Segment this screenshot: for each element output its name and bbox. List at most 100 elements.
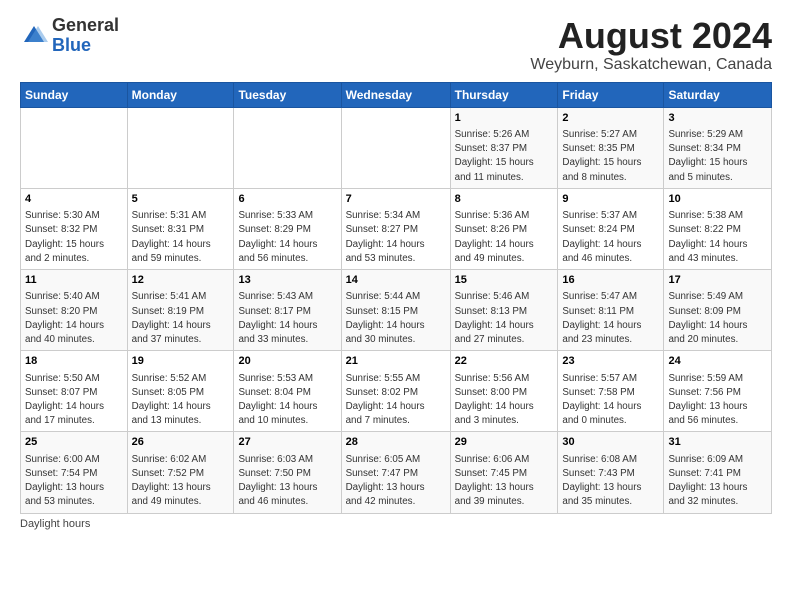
day-number: 2 (562, 111, 659, 126)
day-info: Sunrise: 5:33 AM Sunset: 8:29 PM Dayligh… (238, 209, 336, 266)
calendar-cell: 3 Sunrise: 5:29 AM Sunset: 8:34 PM Daylig… (664, 107, 772, 188)
day-number: 4 (25, 192, 123, 207)
logo-blue: Blue (52, 36, 119, 56)
day-number: 3 (668, 111, 767, 126)
calendar-body: 1Sunrise: 5:26 AM Sunset: 8:37 PM Daylig… (21, 107, 772, 513)
day-number: 16 (562, 273, 659, 288)
calendar-cell: 20 Sunrise: 5:53 AM Sunset: 8:04 PM Dayli… (234, 351, 341, 432)
day-info: Sunrise: 5:31 AM Sunset: 8:31 PM Dayligh… (132, 209, 230, 266)
calendar-cell: 2 Sunrise: 5:27 AM Sunset: 8:35 PM Daylig… (558, 107, 664, 188)
calendar-cell: 31 Sunrise: 6:09 AM Sunset: 7:41 PM Dayli… (664, 432, 772, 513)
day-number: 9 (562, 192, 659, 207)
calendar-cell: 19 Sunrise: 5:52 AM Sunset: 8:05 PM Dayli… (127, 351, 234, 432)
day-info: Sunrise: 5:38 AM Sunset: 8:22 PM Dayligh… (668, 209, 767, 266)
day-info: Sunrise: 6:05 AM Sunset: 7:47 PM Dayligh… (346, 453, 446, 510)
day-info: Sunrise: 5:53 AM Sunset: 8:04 PM Dayligh… (238, 372, 336, 429)
calendar-cell: 12Sunrise: 5:41 AM Sunset: 8:19 PM Dayli… (127, 270, 234, 351)
calendar-cell: 1Sunrise: 5:26 AM Sunset: 8:37 PM Daylig… (450, 107, 558, 188)
day-info: Sunrise: 5:52 AM Sunset: 8:05 PM Dayligh… (132, 372, 230, 429)
calendar-cell (234, 107, 341, 188)
day-number: 27 (238, 435, 336, 450)
day-info: Sunrise: 5:56 AM Sunset: 8:00 PM Dayligh… (455, 372, 554, 429)
header-cell-thursday: Thursday (450, 82, 558, 107)
day-number: 11 (25, 273, 123, 288)
calendar-cell: 13 Sunrise: 5:43 AM Sunset: 8:17 PM Dayli… (234, 270, 341, 351)
day-info: Sunrise: 6:00 AM Sunset: 7:54 PM Dayligh… (25, 453, 123, 510)
day-info: Sunrise: 6:09 AM Sunset: 7:41 PM Dayligh… (668, 453, 767, 510)
day-info: Sunrise: 5:44 AM Sunset: 8:15 PM Dayligh… (346, 290, 446, 347)
calendar-week-5: 25 Sunrise: 6:00 AM Sunset: 7:54 PM Dayli… (21, 432, 772, 513)
day-number: 5 (132, 192, 230, 207)
day-info: Sunrise: 5:57 AM Sunset: 7:58 PM Dayligh… (562, 372, 659, 429)
title-block: August 2024 Weyburn, Saskatchewan, Canad… (530, 16, 772, 74)
day-info: Sunrise: 5:34 AM Sunset: 8:27 PM Dayligh… (346, 209, 446, 266)
day-info: Sunrise: 5:41 AM Sunset: 8:19 PM Dayligh… (132, 290, 230, 347)
day-info: Sunrise: 5:36 AM Sunset: 8:26 PM Dayligh… (455, 209, 554, 266)
calendar-cell: 9 Sunrise: 5:37 AM Sunset: 8:24 PM Daylig… (558, 188, 664, 269)
day-info: Sunrise: 5:27 AM Sunset: 8:35 PM Dayligh… (562, 128, 659, 185)
calendar-cell: 30 Sunrise: 6:08 AM Sunset: 7:43 PM Dayli… (558, 432, 664, 513)
footer-note: Daylight hours (20, 518, 772, 530)
day-number: 14 (346, 273, 446, 288)
calendar-cell: 26Sunrise: 6:02 AM Sunset: 7:52 PM Dayli… (127, 432, 234, 513)
day-info: Sunrise: 5:37 AM Sunset: 8:24 PM Dayligh… (562, 209, 659, 266)
header-row: SundayMondayTuesdayWednesdayThursdayFrid… (21, 82, 772, 107)
header-cell-sunday: Sunday (21, 82, 128, 107)
day-number: 13 (238, 273, 336, 288)
day-number: 10 (668, 192, 767, 207)
calendar-cell: 4 Sunrise: 5:30 AM Sunset: 8:32 PM Daylig… (21, 188, 128, 269)
page-subtitle: Weyburn, Saskatchewan, Canada (530, 56, 772, 74)
day-number: 21 (346, 354, 446, 369)
day-info: Sunrise: 5:29 AM Sunset: 8:34 PM Dayligh… (668, 128, 767, 185)
calendar-cell: 15Sunrise: 5:46 AM Sunset: 8:13 PM Dayli… (450, 270, 558, 351)
calendar-cell: 23 Sunrise: 5:57 AM Sunset: 7:58 PM Dayli… (558, 351, 664, 432)
day-info: Sunrise: 5:50 AM Sunset: 8:07 PM Dayligh… (25, 372, 123, 429)
day-info: Sunrise: 5:40 AM Sunset: 8:20 PM Dayligh… (25, 290, 123, 347)
calendar-cell: 8Sunrise: 5:36 AM Sunset: 8:26 PM Daylig… (450, 188, 558, 269)
header-cell-friday: Friday (558, 82, 664, 107)
day-number: 23 (562, 354, 659, 369)
page: General Blue August 2024 Weyburn, Saskat… (0, 0, 792, 540)
calendar-cell: 25 Sunrise: 6:00 AM Sunset: 7:54 PM Dayli… (21, 432, 128, 513)
calendar-week-2: 4 Sunrise: 5:30 AM Sunset: 8:32 PM Daylig… (21, 188, 772, 269)
day-number: 31 (668, 435, 767, 450)
day-number: 29 (455, 435, 554, 450)
calendar-week-1: 1Sunrise: 5:26 AM Sunset: 8:37 PM Daylig… (21, 107, 772, 188)
day-info: Sunrise: 5:30 AM Sunset: 8:32 PM Dayligh… (25, 209, 123, 266)
calendar-cell: 5 Sunrise: 5:31 AM Sunset: 8:31 PM Daylig… (127, 188, 234, 269)
day-number: 30 (562, 435, 659, 450)
header-cell-monday: Monday (127, 82, 234, 107)
page-title: August 2024 (530, 16, 772, 56)
calendar-cell: 10 Sunrise: 5:38 AM Sunset: 8:22 PM Dayli… (664, 188, 772, 269)
calendar-cell: 18Sunrise: 5:50 AM Sunset: 8:07 PM Dayli… (21, 351, 128, 432)
day-number: 6 (238, 192, 336, 207)
calendar-cell: 14 Sunrise: 5:44 AM Sunset: 8:15 PM Dayli… (341, 270, 450, 351)
day-info: Sunrise: 5:43 AM Sunset: 8:17 PM Dayligh… (238, 290, 336, 347)
logo-text: General Blue (52, 16, 119, 56)
calendar-cell: 6 Sunrise: 5:33 AM Sunset: 8:29 PM Daylig… (234, 188, 341, 269)
calendar-header: SundayMondayTuesdayWednesdayThursdayFrid… (21, 82, 772, 107)
day-number: 15 (455, 273, 554, 288)
calendar-table: SundayMondayTuesdayWednesdayThursdayFrid… (20, 82, 772, 514)
day-info: Sunrise: 6:03 AM Sunset: 7:50 PM Dayligh… (238, 453, 336, 510)
day-info: Sunrise: 6:08 AM Sunset: 7:43 PM Dayligh… (562, 453, 659, 510)
day-info: Sunrise: 5:49 AM Sunset: 8:09 PM Dayligh… (668, 290, 767, 347)
calendar-cell (127, 107, 234, 188)
calendar-cell: 22 Sunrise: 5:56 AM Sunset: 8:00 PM Dayli… (450, 351, 558, 432)
day-number: 25 (25, 435, 123, 450)
day-number: 22 (455, 354, 554, 369)
calendar-cell: 11 Sunrise: 5:40 AM Sunset: 8:20 PM Dayli… (21, 270, 128, 351)
day-number: 20 (238, 354, 336, 369)
day-number: 19 (132, 354, 230, 369)
calendar-cell: 28Sunrise: 6:05 AM Sunset: 7:47 PM Dayli… (341, 432, 450, 513)
day-number: 24 (668, 354, 767, 369)
logo: General Blue (20, 16, 119, 56)
logo-general: General (52, 16, 119, 36)
calendar-cell: 7Sunrise: 5:34 AM Sunset: 8:27 PM Daylig… (341, 188, 450, 269)
day-info: Sunrise: 6:06 AM Sunset: 7:45 PM Dayligh… (455, 453, 554, 510)
calendar-week-4: 18Sunrise: 5:50 AM Sunset: 8:07 PM Dayli… (21, 351, 772, 432)
header-cell-tuesday: Tuesday (234, 82, 341, 107)
day-info: Sunrise: 5:26 AM Sunset: 8:37 PM Dayligh… (455, 128, 554, 185)
calendar-cell (21, 107, 128, 188)
footer-text: Daylight hours (20, 518, 90, 530)
